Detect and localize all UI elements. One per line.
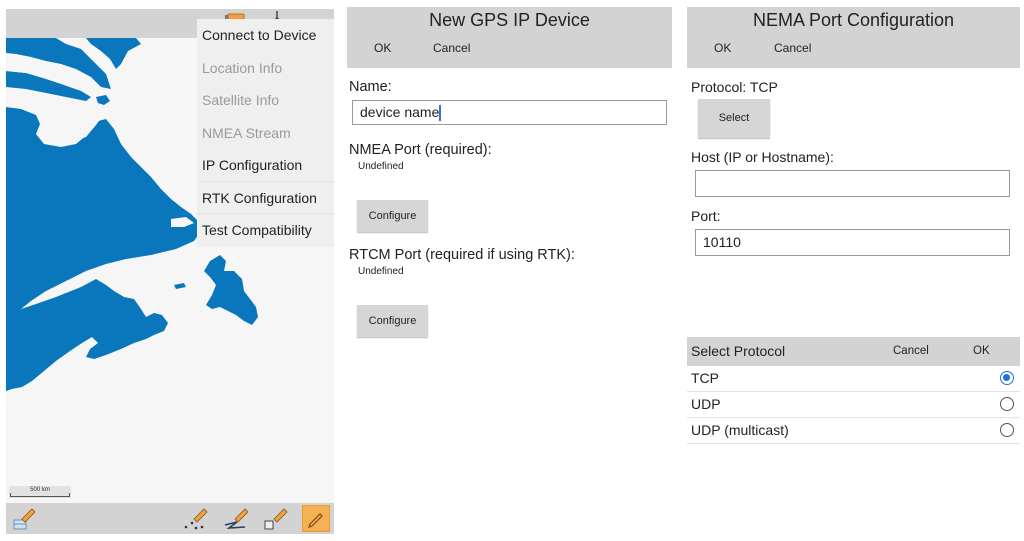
name-label: Name: bbox=[349, 79, 392, 95]
scale-bar: 500 km bbox=[9, 486, 71, 498]
map-panel: Connect to Device Location Info Satellit… bbox=[0, 0, 336, 541]
name-input[interactable]: device name bbox=[352, 100, 667, 125]
text-caret bbox=[439, 105, 442, 122]
dialog-cancel-button[interactable]: Cancel bbox=[893, 345, 929, 357]
menu-item-rtk-configuration[interactable]: RTK Configuration bbox=[197, 182, 334, 214]
option-label: TCP bbox=[691, 370, 719, 386]
nema-title: NEMA Port Configuration bbox=[752, 10, 955, 30]
host-input[interactable] bbox=[695, 170, 1010, 197]
menu-item-ip-configuration[interactable]: IP Configuration bbox=[197, 149, 334, 182]
option-label: UDP bbox=[691, 396, 721, 412]
nema-ok-button[interactable]: OK bbox=[714, 41, 731, 55]
port-label: Port: bbox=[691, 208, 721, 224]
protocol-option-tcp[interactable]: TCP bbox=[687, 366, 1020, 392]
cancel-button[interactable]: Cancel bbox=[433, 41, 470, 55]
menu-item-test-compatibility[interactable]: Test Compatibility bbox=[197, 214, 334, 247]
protocol-option-udp[interactable]: UDP bbox=[687, 392, 1020, 418]
draw-points-icon[interactable] bbox=[182, 505, 210, 532]
draw-polygon-icon[interactable] bbox=[262, 505, 290, 532]
nmea-port-status: Undefined bbox=[358, 161, 404, 172]
menu-item-satellite-info: Satellite Info bbox=[202, 92, 280, 108]
edit-layer-icon[interactable] bbox=[12, 505, 40, 532]
select-protocol-button[interactable]: Select bbox=[698, 99, 770, 138]
nema-header: NEMA Port Configuration OK Cancel bbox=[687, 7, 1020, 68]
protocol-label: Protocol: TCP bbox=[691, 79, 778, 95]
overflow-menu: Connect to Device Location Info Satellit… bbox=[197, 19, 334, 247]
menu-item-location-info: Location Info bbox=[202, 59, 283, 76]
host-label: Host (IP or Hostname): bbox=[691, 149, 834, 165]
nema-cancel-button[interactable]: Cancel bbox=[774, 41, 811, 55]
option-label: UDP (multicast) bbox=[691, 422, 789, 438]
dialog-ok-button[interactable]: OK bbox=[973, 345, 990, 357]
new-gps-device-panel: New GPS IP Device OK Cancel Name: device… bbox=[343, 0, 676, 541]
radio-button[interactable] bbox=[1000, 397, 1014, 411]
map-bottom-toolbar bbox=[6, 503, 334, 534]
draw-line-icon[interactable] bbox=[223, 505, 251, 532]
rtcm-port-status: Undefined bbox=[358, 266, 404, 277]
configure-rtcm-button[interactable]: Configure bbox=[357, 305, 428, 337]
nmea-port-label: NMEA Port (required): bbox=[349, 142, 492, 158]
name-value: device name bbox=[360, 104, 440, 120]
ok-button[interactable]: OK bbox=[374, 41, 391, 55]
menu-item-connect-to-device[interactable]: Connect to Device bbox=[197, 19, 334, 52]
menu-item-nmea-stream: NMEA Stream bbox=[202, 124, 291, 141]
rtcm-port-label: RTCM Port (required if using RTK): bbox=[349, 247, 575, 263]
device-header: New GPS IP Device OK Cancel bbox=[347, 7, 672, 68]
port-input[interactable]: 10110 bbox=[695, 229, 1010, 256]
nema-port-panel: NEMA Port Configuration OK Cancel Protoc… bbox=[683, 0, 1024, 541]
radio-button-selected[interactable] bbox=[1000, 371, 1014, 385]
configure-nmea-button[interactable]: Configure bbox=[357, 200, 428, 232]
edit-pencil-icon[interactable] bbox=[302, 505, 330, 532]
protocol-option-udp-multicast[interactable]: UDP (multicast) bbox=[687, 418, 1020, 444]
radio-button[interactable] bbox=[1000, 423, 1014, 437]
dialog-title: Select Protocol bbox=[691, 343, 786, 359]
select-protocol-dialog-header: Select Protocol Cancel OK bbox=[687, 337, 1020, 366]
page-title: New GPS IP Device bbox=[429, 10, 590, 30]
